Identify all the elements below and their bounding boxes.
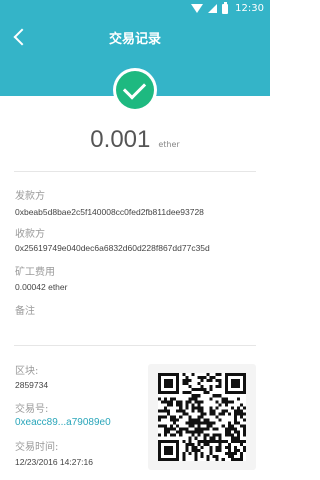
from-address[interactable]: 0xbeab5d8bae2c5f140008cc0fed2fb811dee937… [15, 207, 204, 217]
block-label: 区块: [15, 366, 39, 377]
txid-label: 交易号: [15, 404, 49, 415]
amount-row: 0.001 ether [0, 126, 270, 154]
qr-code[interactable] [148, 364, 256, 470]
amount-unit: ether [158, 140, 180, 149]
page-title: 交易记录 [108, 32, 161, 47]
note-label: 备注 [15, 306, 35, 317]
divider [14, 171, 256, 172]
divider [14, 345, 256, 346]
amount-value: 0.001 [90, 126, 151, 153]
from-label: 发款方 [15, 191, 45, 202]
success-badge [113, 68, 157, 112]
fee-label: 矿工费用 [15, 267, 55, 278]
to-label: 收款方 [15, 229, 45, 240]
txid-link[interactable]: 0xeacc89...a79089e0 [15, 417, 111, 428]
to-address[interactable]: 0x25619749e040dec6a6832d60d228f867dd77c3… [15, 243, 210, 253]
time-label: 交易时间: [15, 442, 59, 453]
signal-icon [208, 4, 218, 13]
check-icon [122, 76, 147, 100]
battery-icon [222, 1, 229, 14]
wifi-icon [191, 4, 204, 13]
block-number: 2859734 [15, 380, 49, 390]
status-time: 12:30 [235, 3, 264, 14]
status-bar: 12:30 [0, 0, 270, 18]
qr-code-image [158, 373, 246, 461]
fee-value: 0.00042 ether [15, 282, 68, 292]
time-value: 12/23/2016 14:27:16 [15, 457, 93, 467]
